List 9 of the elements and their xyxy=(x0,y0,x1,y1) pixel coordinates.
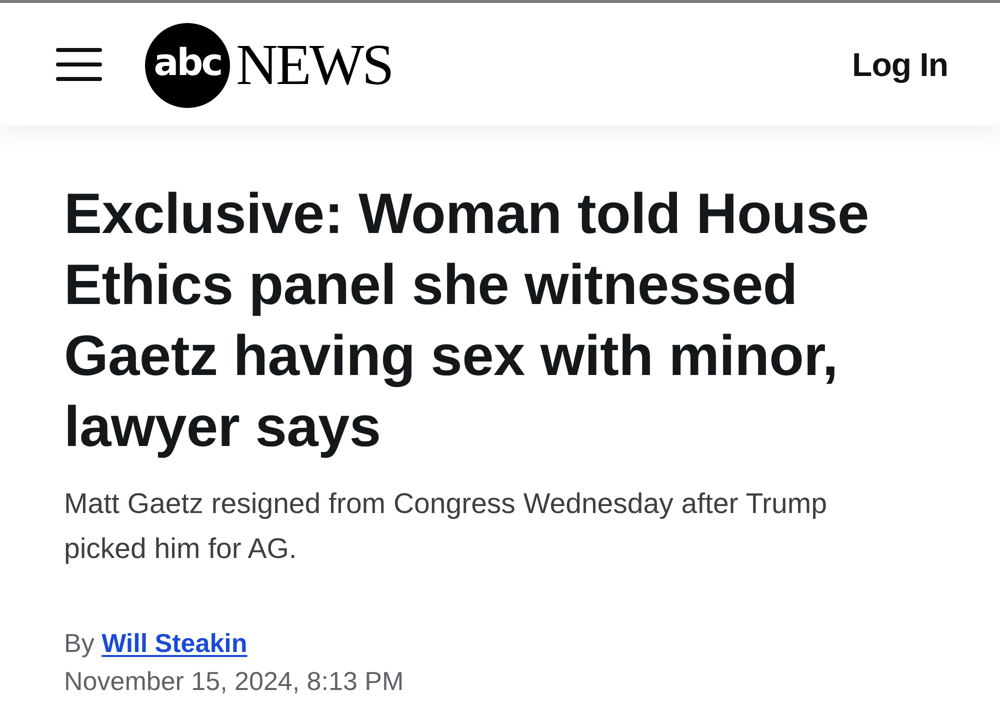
menu-icon[interactable] xyxy=(56,48,102,81)
logo-wordmark[interactable]: NEWS xyxy=(236,36,392,94)
byline: By Will Steakin xyxy=(64,627,248,660)
publish-date: November 15, 2024, 8:13 PM xyxy=(64,665,404,698)
logo-mark[interactable]: abc xyxy=(145,22,230,108)
login-button[interactable]: Log In xyxy=(852,46,948,84)
article-subheadline: Matt Gaetz resigned from Congress Wednesday after Trump picked him for AG. xyxy=(64,487,828,567)
author-link[interactable]: Will Steakin xyxy=(102,628,248,658)
article-headline: Exclusive: Woman told House Ethics panel she witnessed Gaetz having sex with minor, lawyer says xyxy=(64,181,870,461)
